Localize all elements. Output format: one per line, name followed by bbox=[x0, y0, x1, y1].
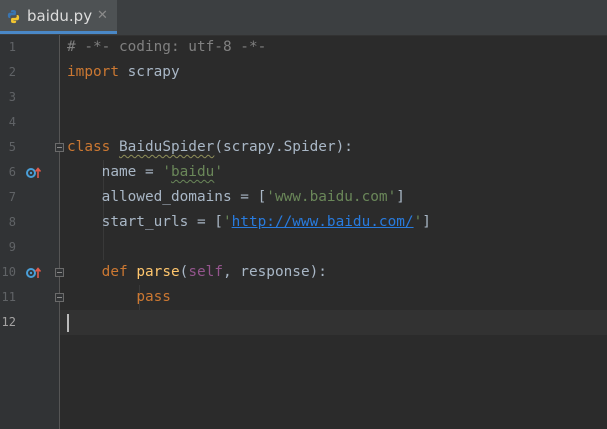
override-marker-icon[interactable] bbox=[26, 166, 42, 180]
code-line-11: pass bbox=[67, 285, 171, 310]
code-token: start_urls = [ bbox=[101, 214, 223, 230]
url-link[interactable]: http://www.baidu.com/ bbox=[232, 214, 414, 230]
python-file-icon bbox=[7, 9, 20, 24]
line-number-current: 12 bbox=[1, 315, 16, 329]
line-number: 1 bbox=[8, 40, 16, 54]
string-quote: ' bbox=[214, 164, 223, 180]
code-line-2: import scrapy bbox=[67, 60, 180, 85]
override-marker-icon[interactable] bbox=[26, 266, 42, 280]
function-name-token: parse bbox=[136, 264, 180, 280]
line-number: 7 bbox=[8, 190, 16, 204]
code-editor-window: baidu.py ✕ 1 2 3 4 5 6 7 8 9 10 11 12 # … bbox=[0, 0, 607, 429]
keyword-token: class bbox=[67, 139, 111, 155]
code-token: allowed_domains = [ bbox=[101, 189, 267, 205]
line-number: 9 bbox=[8, 240, 16, 254]
code-line-1: # -*- coding: utf-8 -*- bbox=[67, 35, 266, 60]
line-number: 3 bbox=[8, 90, 16, 104]
code-area[interactable]: # -*- coding: utf-8 -*- import scrapy cl… bbox=[60, 35, 607, 429]
code-token: (scrapy.Spider): bbox=[214, 139, 353, 155]
self-token: self bbox=[188, 264, 223, 280]
line-number: 2 bbox=[8, 65, 16, 79]
string-quote: ' bbox=[222, 214, 232, 230]
code-token: ] bbox=[422, 214, 431, 230]
line-number: 6 bbox=[8, 165, 16, 179]
line-number: 8 bbox=[8, 215, 16, 229]
code-line-6: name = 'baidu' bbox=[67, 160, 223, 185]
line-number: 5 bbox=[8, 140, 16, 154]
code-token: scrapy bbox=[118, 64, 180, 80]
class-name-token: BaiduSpider bbox=[119, 139, 215, 155]
current-line-highlight bbox=[60, 310, 607, 335]
code-line-10: def parse(self, response): bbox=[67, 260, 327, 285]
string-token: baidu bbox=[170, 164, 215, 180]
string-token: 'www.baidu.com' bbox=[266, 189, 397, 205]
code-line-5: class BaiduSpider(scrapy.Spider): bbox=[67, 135, 353, 160]
string-quote: ' bbox=[413, 214, 423, 230]
code-line-8: start_urls = ['http://www.baidu.com/'] bbox=[67, 210, 431, 235]
keyword-token: def bbox=[101, 264, 128, 280]
close-icon[interactable]: ✕ bbox=[97, 8, 108, 23]
line-number: 10 bbox=[1, 265, 16, 279]
comment-token: # -*- coding: utf-8 -*- bbox=[67, 39, 267, 55]
string-quote: ' bbox=[162, 164, 171, 180]
line-number: 4 bbox=[8, 115, 16, 129]
code-token: ] bbox=[396, 189, 405, 205]
code-line-7: allowed_domains = ['www.baidu.com'] bbox=[67, 185, 405, 210]
line-number: 11 bbox=[1, 290, 16, 304]
keyword-token: import bbox=[67, 64, 119, 80]
line-number-gutter: 1 2 3 4 5 6 7 8 9 10 11 12 bbox=[0, 35, 64, 429]
text-caret bbox=[67, 314, 69, 332]
tab-baidu-py[interactable]: baidu.py ✕ bbox=[0, 0, 117, 34]
editor-tab-bar: baidu.py ✕ bbox=[0, 0, 607, 36]
tab-filename: baidu.py bbox=[27, 7, 93, 25]
code-token: , response): bbox=[222, 264, 327, 280]
keyword-token: pass bbox=[136, 289, 171, 305]
code-token: name = bbox=[101, 164, 163, 180]
